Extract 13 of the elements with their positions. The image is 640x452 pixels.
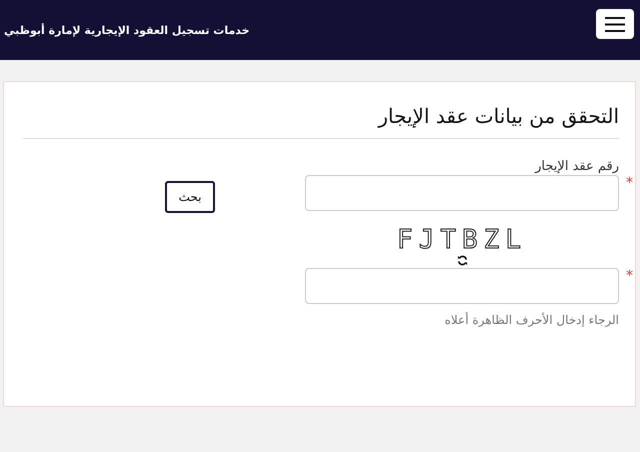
refresh-icon[interactable] — [456, 255, 468, 266]
captcha-field[interactable] — [305, 268, 619, 304]
menu-button[interactable] — [596, 9, 634, 39]
menu-icon — [605, 16, 625, 32]
field-label: رقم عقد الإيجار — [534, 159, 619, 174]
form-title: التحقق من بيانات عقد الإيجار — [23, 104, 619, 139]
contract-number-field[interactable] — [305, 175, 619, 211]
required-mark: * — [626, 268, 633, 284]
search-button[interactable]: بحث — [165, 181, 215, 213]
help-text: الرجاء إدخال الأحرف الظاهرة أعلاه — [444, 313, 619, 327]
required-mark: * — [626, 175, 633, 191]
captcha-text: FJTBZL — [397, 227, 527, 253]
site-title: خدمات تسجيل العقود الإيجارية لإمارة أبوظبي — [4, 24, 250, 36]
